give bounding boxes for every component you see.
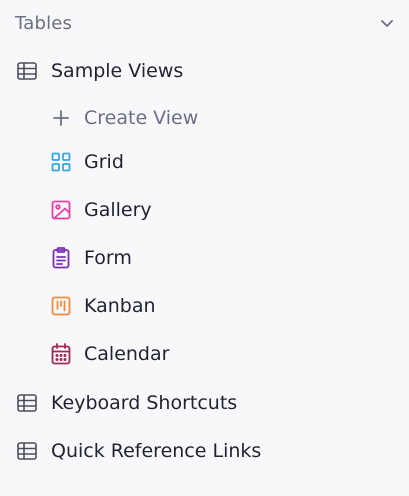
grid-view-icon <box>50 151 72 173</box>
view-item-label: Grid <box>84 151 124 173</box>
table-grid-icon <box>16 392 38 414</box>
table-item-label: Quick Reference Links <box>51 440 262 462</box>
create-view-button[interactable]: Create View <box>0 98 409 138</box>
table-item-label: Keyboard Shortcuts <box>51 392 238 414</box>
view-item-form[interactable]: Form <box>0 238 409 278</box>
view-item-gallery[interactable]: Gallery <box>0 190 409 230</box>
plus-icon <box>50 107 72 129</box>
tables-sidebar-panel: Tables Sample Views Create View Grid Gal… <box>0 0 409 496</box>
section-title: Tables <box>15 12 73 34</box>
tables-section-header[interactable]: Tables <box>0 3 409 43</box>
table-item-keyboard-shortcuts[interactable]: Keyboard Shortcuts <box>0 383 409 423</box>
view-item-label: Kanban <box>84 295 156 317</box>
table-item-label: Sample Views <box>51 60 184 82</box>
table-grid-icon <box>16 60 38 82</box>
chevron-down-icon[interactable] <box>377 13 397 33</box>
view-item-kanban[interactable]: Kanban <box>0 286 409 326</box>
table-item-sample-views[interactable]: Sample Views <box>0 51 409 91</box>
form-view-icon <box>50 247 72 269</box>
gallery-view-icon <box>50 199 72 221</box>
view-item-label: Form <box>84 247 132 269</box>
view-item-grid[interactable]: Grid <box>0 142 409 182</box>
table-grid-icon <box>16 440 38 462</box>
view-item-calendar[interactable]: Calendar <box>0 334 409 374</box>
view-item-label: Gallery <box>84 199 152 221</box>
table-item-quick-reference-links[interactable]: Quick Reference Links <box>0 431 409 471</box>
view-item-label: Calendar <box>84 343 170 365</box>
kanban-view-icon <box>50 295 72 317</box>
create-view-label: Create View <box>84 107 199 129</box>
calendar-view-icon <box>50 343 72 365</box>
